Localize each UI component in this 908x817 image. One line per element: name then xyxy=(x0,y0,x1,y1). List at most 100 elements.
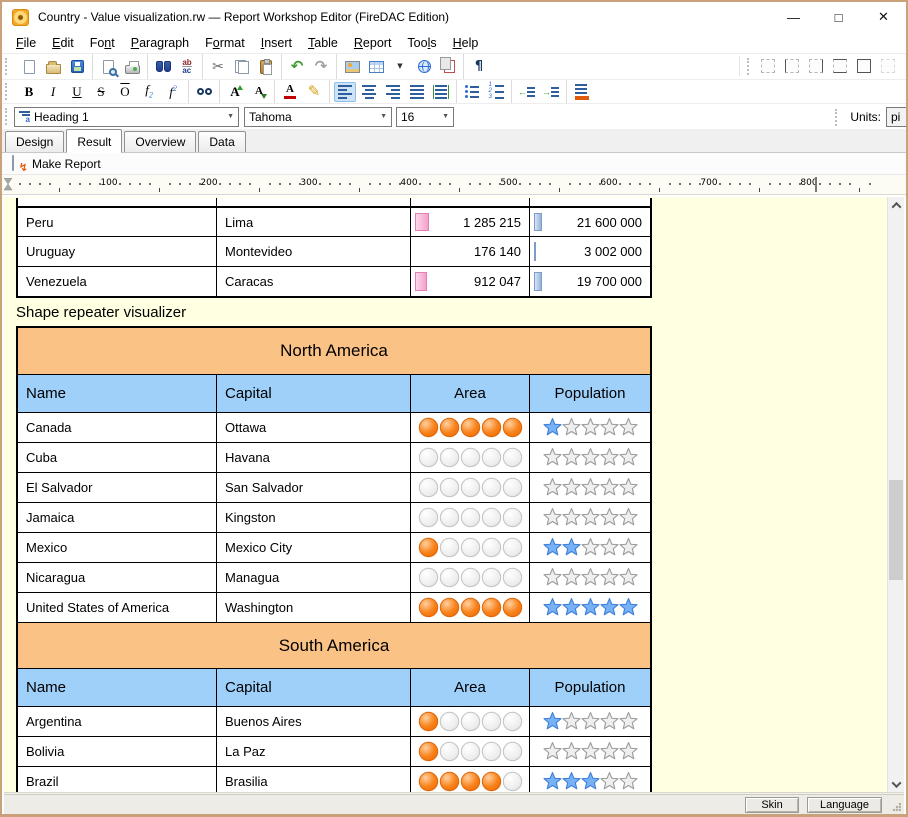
units-combo[interactable]: pi xyxy=(886,107,906,127)
area-rating-cell xyxy=(410,593,529,622)
highlight-icon[interactable]: ✎ xyxy=(303,82,325,102)
strikethrough-icon[interactable]: S xyxy=(90,82,112,102)
menu-help[interactable]: Help xyxy=(445,34,487,52)
status-bar: Skin Language xyxy=(4,794,904,814)
shrink-font-icon[interactable]: A xyxy=(248,82,270,102)
menu-edit[interactable]: Edit xyxy=(44,34,82,52)
bullet-list-icon[interactable] xyxy=(461,82,483,102)
vertical-scrollbar[interactable] xyxy=(887,197,904,792)
skin-button[interactable]: Skin xyxy=(745,797,799,813)
tab-data[interactable]: Data xyxy=(198,131,245,152)
toolbar-grip[interactable] xyxy=(5,83,10,100)
ruler-cursor-marker[interactable] xyxy=(4,178,13,191)
numbered-list-icon[interactable] xyxy=(485,82,507,102)
align-center-icon[interactable] xyxy=(358,82,380,102)
justify-full-icon[interactable] xyxy=(430,82,452,102)
ruler-tick xyxy=(669,183,671,185)
grow-font-icon[interactable]: A xyxy=(224,82,246,102)
print-icon[interactable] xyxy=(121,57,143,77)
scrollbar-thumb[interactable] xyxy=(889,480,903,580)
borders-none-icon[interactable] xyxy=(757,56,779,76)
menu-font[interactable]: Font xyxy=(82,34,123,52)
special-copy-icon[interactable] xyxy=(437,57,459,77)
toolbar-grip[interactable] xyxy=(5,58,10,75)
overline-icon[interactable]: O xyxy=(114,82,136,102)
tab-result[interactable]: Result xyxy=(66,129,122,153)
new-document-icon[interactable] xyxy=(18,57,40,77)
cut-icon[interactable]: ✂ xyxy=(207,57,229,77)
toolbar-grip[interactable] xyxy=(5,108,10,125)
find-icon[interactable] xyxy=(152,57,174,77)
scroll-up-button[interactable] xyxy=(888,197,904,213)
align-right-icon[interactable] xyxy=(382,82,404,102)
tab-design[interactable]: Design xyxy=(5,131,64,152)
resize-grip[interactable] xyxy=(892,802,901,811)
ruler-tick xyxy=(659,188,660,192)
menu-table[interactable]: Table xyxy=(300,34,346,52)
ruler-tick xyxy=(179,183,181,185)
open-document-icon[interactable] xyxy=(42,57,64,77)
borders-horizontal-icon[interactable] xyxy=(829,56,851,76)
population-rating-cell xyxy=(529,473,650,502)
insert-table-icon[interactable] xyxy=(365,57,387,77)
font-color-icon[interactable]: A xyxy=(279,82,301,102)
make-report-label: Make Report xyxy=(32,157,101,171)
paste-icon[interactable] xyxy=(255,57,277,77)
menu-file[interactable]: File xyxy=(8,34,44,52)
borders-left-icon[interactable] xyxy=(781,56,803,76)
font-size-combo[interactable]: 16 ▼ xyxy=(396,107,454,127)
undo-icon[interactable]: ↶ xyxy=(286,57,308,77)
print-preview-icon[interactable] xyxy=(97,57,119,77)
paragraph-style-combo[interactable]: a Heading 1 ▼ xyxy=(14,107,239,127)
ruler-margin-marker[interactable] xyxy=(815,177,817,192)
borders-all-icon[interactable] xyxy=(853,56,875,76)
language-button[interactable]: Language xyxy=(807,797,882,813)
toolbar-grip[interactable] xyxy=(835,109,840,126)
menu-format[interactable]: Format xyxy=(197,34,253,52)
replace-icon[interactable]: abac xyxy=(176,57,198,77)
toolbar-group: AA xyxy=(219,80,274,103)
ruler-tick xyxy=(379,183,381,185)
toolbar-group xyxy=(92,54,147,79)
increase-indent-icon[interactable]: → xyxy=(540,82,562,102)
menu-report[interactable]: Report xyxy=(346,34,400,52)
insert-image-icon[interactable] xyxy=(341,57,363,77)
area-rating-cell xyxy=(410,533,529,562)
italic-icon[interactable]: I xyxy=(42,82,64,102)
menu-paragraph[interactable]: Paragraph xyxy=(123,34,197,52)
app-window: Country - Value visualization.rw — Repor… xyxy=(0,0,908,817)
font-name-combo[interactable]: Tahoma ▼ xyxy=(244,107,392,127)
bold-icon[interactable]: B xyxy=(18,82,40,102)
make-report-button[interactable]: ↯ Make Report xyxy=(6,155,107,172)
toolbar-group: ¶ xyxy=(463,54,494,79)
copy-icon[interactable] xyxy=(231,57,253,77)
hidden-text-icon[interactable] xyxy=(193,82,215,102)
country-name-cell: Nicaragua xyxy=(18,563,216,592)
menu-insert[interactable]: Insert xyxy=(253,34,300,52)
pilcrow-icon[interactable]: ¶ xyxy=(468,57,490,77)
paragraph-background-icon[interactable] xyxy=(571,82,593,102)
menu-tools[interactable]: Tools xyxy=(399,34,444,52)
toolbar-grip[interactable] xyxy=(747,58,752,75)
country-name-cell: Canada xyxy=(18,413,216,442)
subscript-icon[interactable]: f2 xyxy=(138,82,160,102)
superscript-icon[interactable]: f2 xyxy=(162,82,184,102)
save-document-icon[interactable] xyxy=(66,57,88,77)
justify-icon[interactable] xyxy=(406,82,428,102)
underline-icon[interactable]: U xyxy=(66,82,88,102)
maximize-button[interactable]: □ xyxy=(816,2,861,32)
borders-inner-icon[interactable] xyxy=(877,56,899,76)
align-left-icon[interactable] xyxy=(334,82,356,102)
capital-cell: Buenos Aires xyxy=(216,707,410,736)
table-dropdown-icon[interactable]: ▼ xyxy=(389,57,411,77)
decrease-indent-icon[interactable]: ← xyxy=(516,82,538,102)
redo-icon[interactable]: ↷ xyxy=(310,57,332,77)
close-button[interactable]: ✕ xyxy=(861,2,906,32)
area-rating-cell xyxy=(410,413,529,442)
scroll-down-button[interactable] xyxy=(888,776,904,792)
tab-overview[interactable]: Overview xyxy=(124,131,196,152)
hyperlink-icon[interactable] xyxy=(413,57,435,77)
capital-cell: Kingston xyxy=(216,503,410,532)
minimize-button[interactable]: — xyxy=(771,2,816,32)
borders-right-icon[interactable] xyxy=(805,56,827,76)
